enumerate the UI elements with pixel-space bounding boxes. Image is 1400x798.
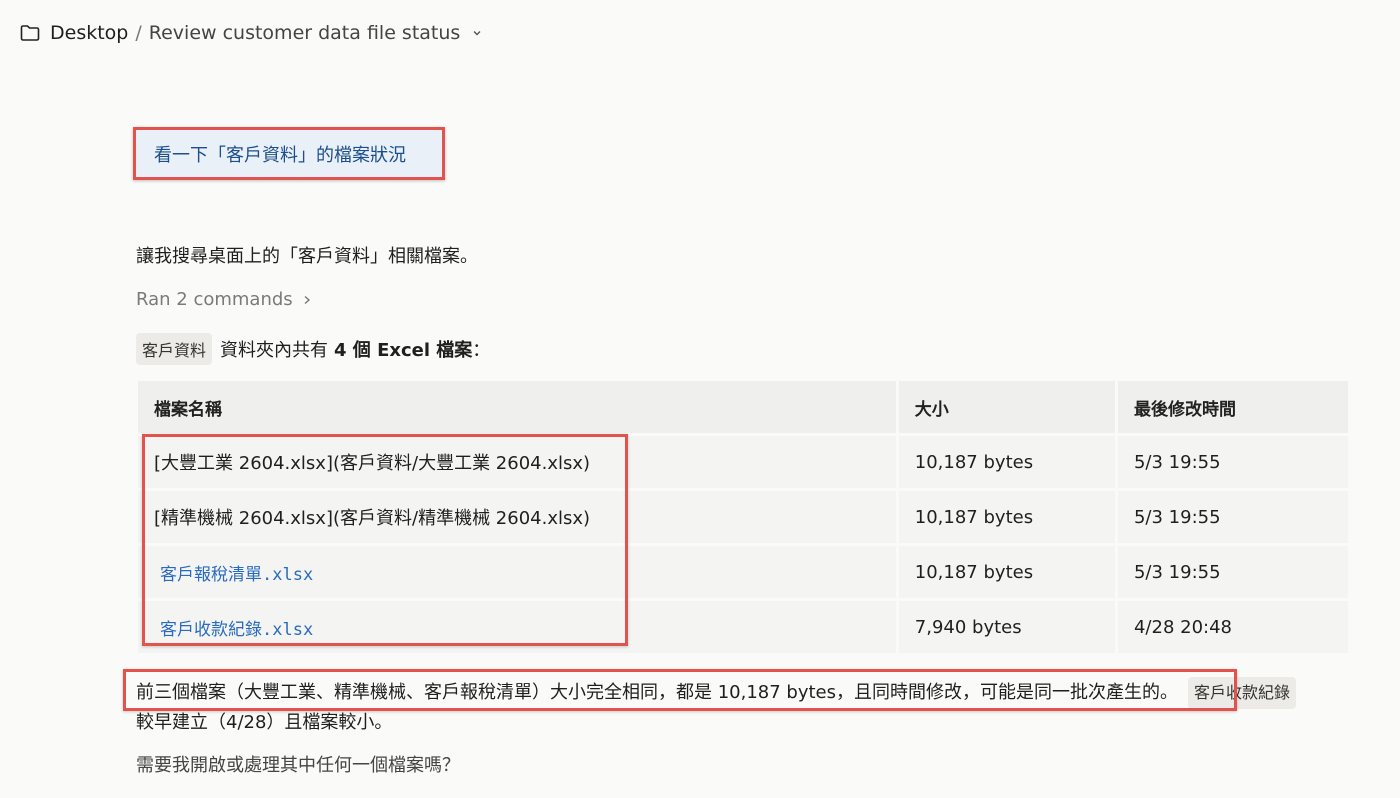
assistant-intro: 讓我搜尋桌面上的「客戶資料」相關檔案。 [136,246,478,267]
column-header-name: 檔案名稱 [138,381,896,433]
breadcrumb-separator: / [135,22,142,44]
user-message: 看一下「客戶資料」的檔案狀況 [133,127,445,180]
file-table: 檔案名稱 大小 最後修改時間 [大豐工業 2604.xlsx](客戶資料/大豐工… [135,378,1351,656]
file-name-cell: 客戶收款紀錄.xlsx [138,601,896,653]
file-size-cell: 7,940 bytes [898,601,1115,653]
summary-bold: 4 個 Excel 檔案 [334,340,473,361]
folder-chip: 客戶資料 [136,333,213,365]
analysis-line1: 前三個檔案（大豐工業、精準機械、客戶報稅清單）大小完全相同，都是 10,187 … [136,682,1179,703]
assistant-question: 需要我開啟或處理其中任何一個檔案嗎？ [136,755,460,776]
column-header-size: 大小 [898,381,1115,433]
table-row: [大豐工業 2604.xlsx](客戶資料/大豐工業 2604.xlsx) 10… [138,436,1348,488]
file-size-cell: 10,187 bytes [898,436,1115,488]
table-row: 客戶報稅清單.xlsx 10,187 bytes 5/3 19:55 [138,546,1348,598]
analysis-line2: 較早建立（4/28）且檔案較小。 [136,712,393,733]
summary-line: 客戶資料 資料夾內共有 4 個 Excel 檔案 ： [136,333,490,365]
file-chip: 客戶收款紀錄 [1188,677,1297,709]
table-row: 客戶收款紀錄.xlsx 7,940 bytes 4/28 20:48 [138,601,1348,653]
table-row: [精準機械 2604.xlsx](客戶資料/精準機械 2604.xlsx) 10… [138,491,1348,543]
file-size-cell: 10,187 bytes [898,491,1115,543]
file-modified-cell: 5/3 19:55 [1117,436,1348,488]
file-modified-cell: 5/3 19:55 [1117,491,1348,543]
file-size-cell: 10,187 bytes [898,546,1115,598]
conversation-title[interactable]: Review customer data file status [149,22,461,44]
file-name-cell: [精準機械 2604.xlsx](客戶資料/精準機械 2604.xlsx) [138,491,896,543]
folder-icon [20,25,40,41]
chevron-right-icon [304,295,310,304]
file-name-cell: 客戶報稅清單.xlsx [138,546,896,598]
file-link[interactable]: 客戶報稅清單.xlsx [154,565,313,585]
breadcrumb-root[interactable]: Desktop [50,22,128,44]
summary-post: ： [472,340,491,361]
file-link[interactable]: 客戶收款紀錄.xlsx [154,620,313,640]
analysis-paragraph: 前三個檔案（大豐工業、精準機械、客戶報稅清單）大小完全相同，都是 10,187 … [136,677,1356,737]
column-header-modified: 最後修改時間 [1117,381,1348,433]
ran-commands-label: Ran 2 commands [136,289,293,310]
file-name-cell: [大豐工業 2604.xlsx](客戶資料/大豐工業 2604.xlsx) [138,436,896,488]
user-message-text: 看一下「客戶資料」的檔案狀況 [154,144,406,166]
file-modified-cell: 4/28 20:48 [1117,601,1348,653]
summary-pre: 資料夾內共有 [220,340,329,361]
chevron-down-icon[interactable] [472,28,482,38]
breadcrumb: Desktop / Review customer data file stat… [0,0,1400,66]
file-modified-cell: 5/3 19:55 [1117,546,1348,598]
table-header-row: 檔案名稱 大小 最後修改時間 [138,381,1348,433]
ran-commands-toggle[interactable]: Ran 2 commands [136,289,311,310]
